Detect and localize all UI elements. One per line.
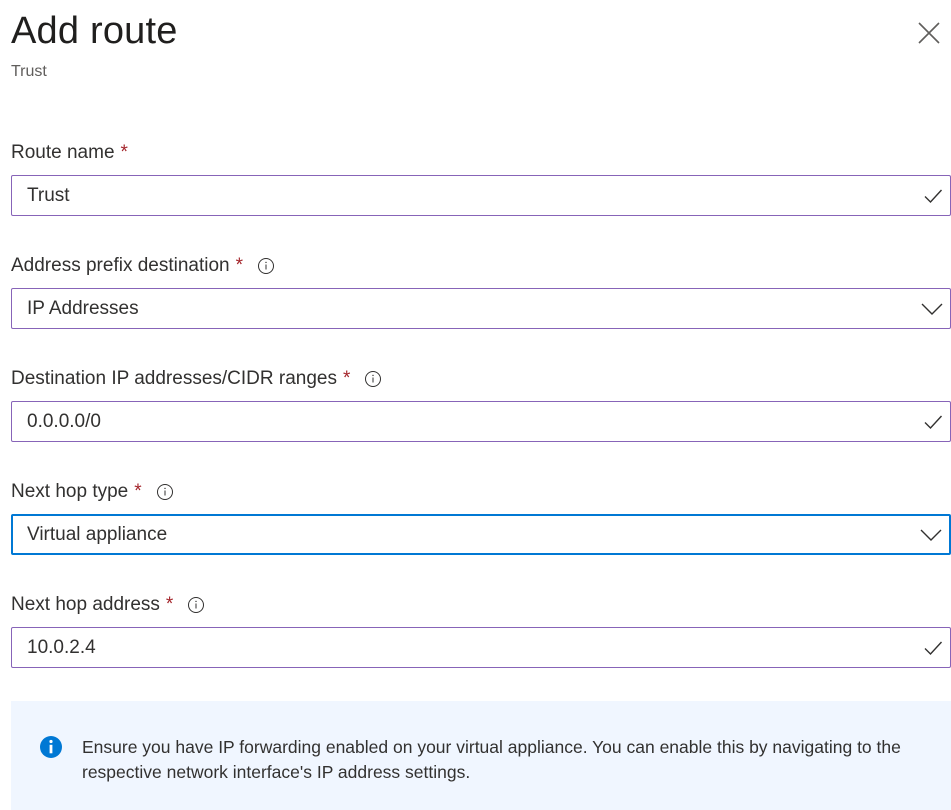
chevron-down-icon [920, 529, 942, 541]
info-icon[interactable] [257, 257, 275, 275]
next-hop-address-label: Next hop address [11, 594, 160, 615]
close-icon[interactable] [916, 20, 942, 46]
info-icon[interactable] [156, 483, 174, 501]
destination-ip-field: Destination IP addresses/CIDR ranges * 0… [11, 366, 951, 442]
next-hop-address-input[interactable]: 10.0.2.4 [11, 627, 951, 668]
info-banner-text: Ensure you have IP forwarding enabled on… [82, 737, 901, 782]
required-indicator: * [120, 142, 128, 163]
info-icon[interactable] [364, 370, 382, 388]
next-hop-address-value: 10.0.2.4 [27, 636, 96, 658]
address-prefix-dropdown[interactable]: IP Addresses [11, 288, 951, 329]
destination-ip-value: 0.0.0.0/0 [27, 410, 101, 432]
next-hop-type-value: Virtual appliance [27, 523, 168, 545]
page-subtitle: Trust [11, 63, 47, 80]
required-indicator: * [235, 255, 244, 276]
next-hop-address-field: Next hop address * 10.0.2.4 [11, 592, 951, 668]
checkmark-icon [924, 415, 943, 429]
checkmark-icon [924, 641, 943, 655]
page-title: Add route [11, 10, 178, 52]
checkmark-icon [924, 189, 943, 203]
required-indicator: * [165, 594, 174, 615]
chevron-down-icon [921, 303, 943, 315]
route-name-value: Trust [27, 184, 70, 206]
add-route-panel: Add route Trust Route name * Trust Addre… [0, 0, 951, 810]
route-name-label: Route name [11, 142, 115, 163]
info-icon[interactable] [187, 596, 205, 614]
required-indicator: * [134, 481, 142, 502]
info-banner: Ensure you have IP forwarding enabled on… [11, 701, 951, 810]
address-prefix-value: IP Addresses [27, 297, 139, 319]
destination-ip-input[interactable]: 0.0.0.0/0 [11, 401, 951, 442]
route-name-input[interactable]: Trust [11, 175, 951, 216]
next-hop-type-label: Next hop type [11, 481, 129, 502]
info-filled-icon [40, 736, 62, 758]
address-prefix-field: Address prefix destination * IP Addresse… [11, 253, 951, 329]
next-hop-type-dropdown[interactable]: Virtual appliance [11, 514, 951, 555]
next-hop-type-field: Next hop type * Virtual appliance [11, 479, 951, 555]
route-name-field: Route name * Trust [11, 140, 951, 216]
destination-ip-label: Destination IP addresses/CIDR ranges [11, 368, 337, 389]
required-indicator: * [342, 368, 351, 389]
address-prefix-label: Address prefix destination [11, 255, 230, 276]
